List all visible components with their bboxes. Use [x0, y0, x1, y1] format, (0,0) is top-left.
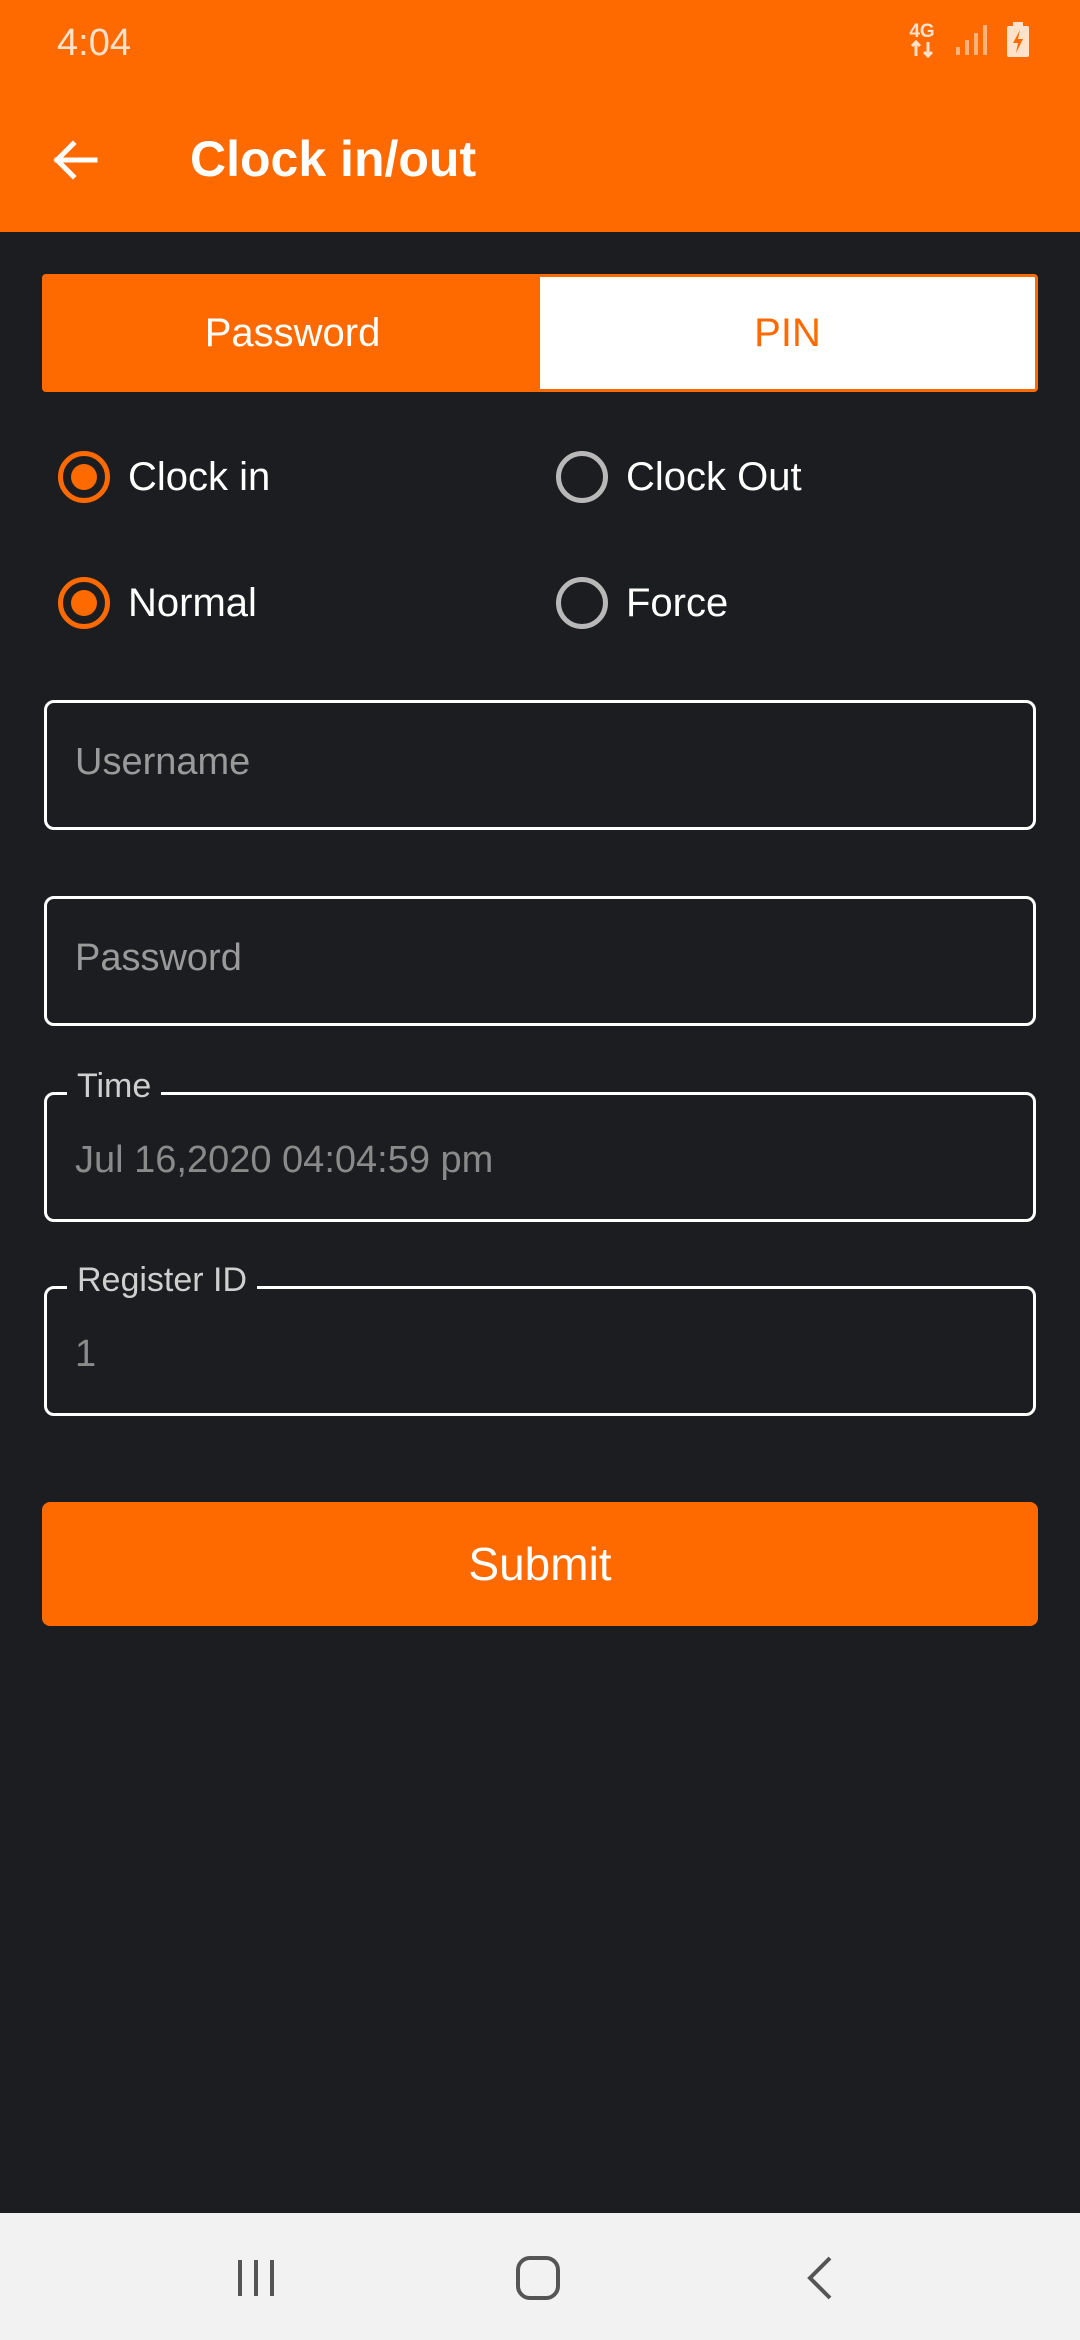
- back-button[interactable]: [40, 120, 110, 200]
- system-nav-bar: [0, 2213, 1080, 2340]
- radio-checked-icon: [58, 577, 110, 629]
- radio-label: Force: [626, 580, 729, 625]
- radio-label: Clock in: [128, 454, 271, 499]
- battery-charging-icon: [1007, 22, 1029, 57]
- radio-force[interactable]: Force: [556, 577, 728, 629]
- signal-icon: [956, 25, 987, 55]
- radio-label: Normal: [128, 580, 257, 625]
- radio-normal[interactable]: Normal: [58, 577, 257, 629]
- tab-pin[interactable]: PIN: [540, 277, 1035, 389]
- register-id-field: Register ID 1: [44, 1261, 1036, 1416]
- radio-unchecked-icon: [556, 451, 608, 503]
- submit-button[interactable]: Submit: [42, 1502, 1038, 1626]
- register-id-value: 1: [75, 1333, 97, 1375]
- register-id-label: Register ID: [67, 1261, 258, 1300]
- username-field[interactable]: Username: [44, 700, 1036, 830]
- radio-unchecked-icon: [556, 577, 608, 629]
- page-title: Clock in/out: [190, 131, 477, 187]
- status-time: 4:04: [57, 22, 131, 64]
- nav-back-button[interactable]: [760, 2233, 880, 2323]
- radio-clock-out[interactable]: Clock Out: [556, 451, 802, 503]
- app-header: 4:04 4G Clock in/out: [0, 0, 1080, 232]
- time-label: Time: [67, 1067, 162, 1106]
- radio-checked-icon: [58, 451, 110, 503]
- username-placeholder: Username: [75, 741, 251, 783]
- radio-clock-in[interactable]: Clock in: [58, 451, 270, 503]
- recent-apps-button[interactable]: [196, 2233, 316, 2323]
- auth-method-tabs: Password PIN: [42, 274, 1038, 392]
- radio-label: Clock Out: [626, 454, 802, 499]
- status-icons: 4G: [908, 22, 1030, 58]
- back-icon: [807, 2256, 832, 2300]
- clock-in-out-screen: 4:04 4G Clock in/out Password PIN Clock …: [0, 0, 1080, 2340]
- time-field: Time Jul 16,2020 04:04:59 pm: [44, 1067, 1036, 1222]
- time-value: Jul 16,2020 04:04:59 pm: [75, 1139, 494, 1181]
- home-icon: [516, 2256, 560, 2300]
- arrow-back-icon: [53, 140, 98, 180]
- network-4g-icon: 4G: [908, 20, 936, 58]
- password-placeholder: Password: [75, 937, 242, 979]
- network-type: 4G: [909, 20, 935, 42]
- recent-apps-icon: [238, 2260, 274, 2296]
- home-button[interactable]: [478, 2233, 598, 2323]
- password-field[interactable]: Password: [44, 896, 1036, 1026]
- tab-password[interactable]: Password: [45, 277, 540, 389]
